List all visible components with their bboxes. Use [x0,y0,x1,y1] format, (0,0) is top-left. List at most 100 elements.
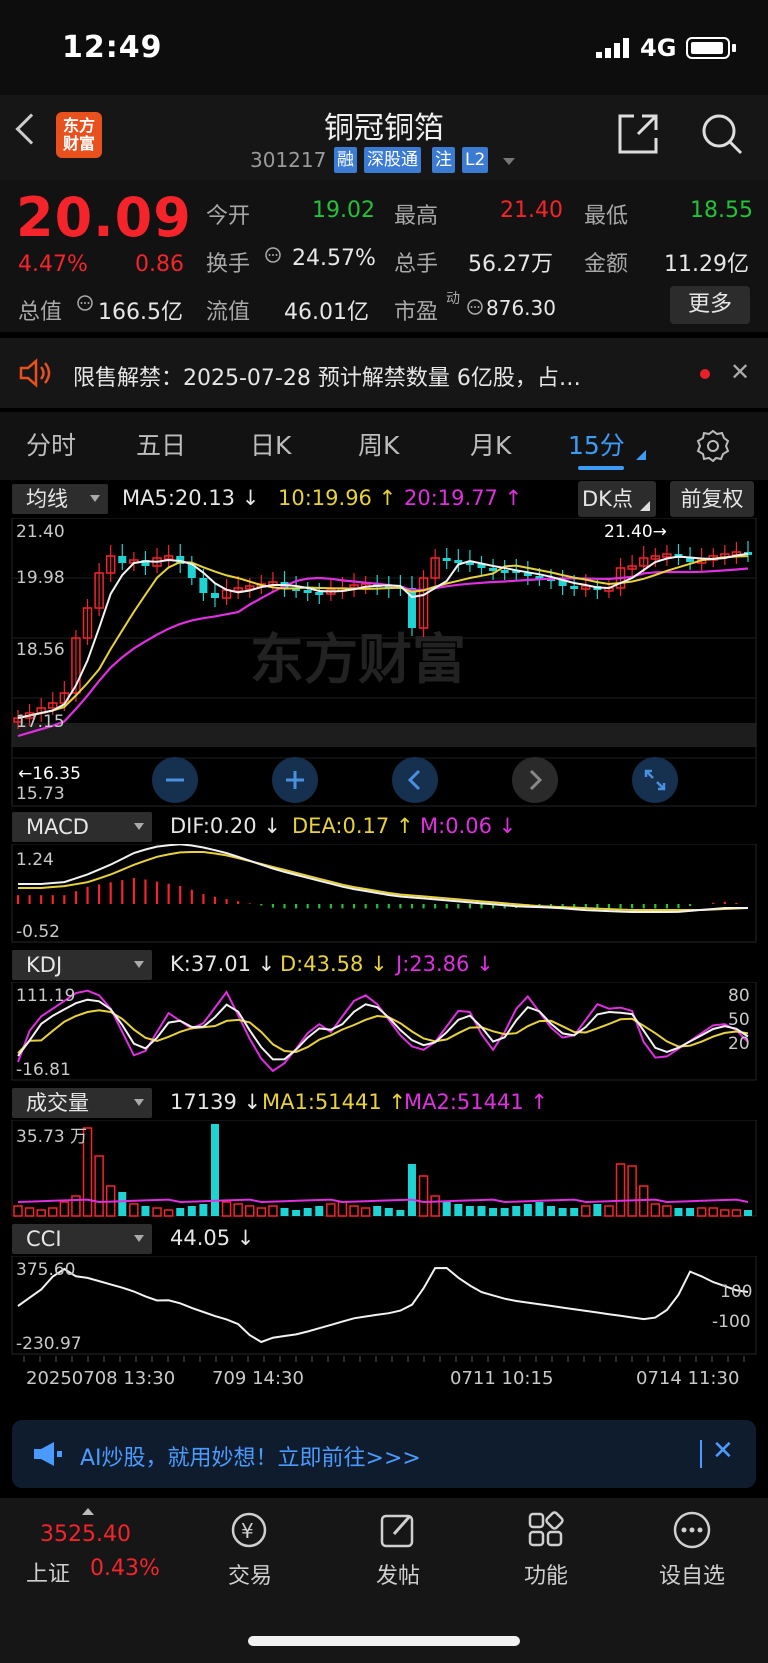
kdj-dropdown[interactable]: KDJ [12,950,152,980]
change-pct: 4.47% [18,252,88,277]
pe-sup: 动 [446,291,460,307]
kdj-chart[interactable] [0,982,768,1082]
volume-bar [384,1208,393,1216]
volume-bar [326,1203,336,1217]
tab-daily-k[interactable]: 日K [250,426,291,462]
volume-bar [547,1206,556,1216]
volume-bar [731,1209,742,1217]
megaphone-icon [34,1442,62,1466]
change-amount: 0.86 [135,252,184,277]
volume-bar [199,1204,208,1216]
macd-chart[interactable] [0,844,768,944]
volume-bar [627,1165,637,1217]
nav-functions[interactable]: 功能 [496,1558,596,1590]
low-marker: ←16.35 [18,764,81,784]
index-name[interactable]: 上证 [26,1556,70,1588]
volume-label: 总手 [394,252,439,277]
volume-bar [744,1210,752,1216]
share-icon[interactable] [616,112,660,156]
tab-weekly-k[interactable]: 周K [358,426,399,462]
ai-banner-text[interactable]: AI炒股，就用妙想！立即前往>>> [80,1440,421,1472]
cci-y-top: 375.60 [16,1260,76,1280]
dk-point-button[interactable]: DK点 [578,481,656,517]
volume-bar [187,1206,196,1216]
candle-body [500,570,509,573]
edit-icon[interactable] [378,1510,418,1550]
scroll-left-button[interactable] [392,757,438,803]
more-button[interactable]: 更多 [670,286,750,324]
dropdown-caret-icon[interactable] [636,450,646,460]
volume-bar [686,1208,695,1216]
nav-post[interactable]: 发帖 [348,1558,448,1590]
nav-trade[interactable]: 交易 [200,1558,300,1590]
info-icon[interactable] [466,298,484,316]
volume-bar [720,1209,730,1217]
zoom-in-button[interactable] [272,757,318,803]
info-icon[interactable] [76,294,94,312]
trade-icon[interactable]: ¥ [226,1510,272,1550]
volume-bar [163,1209,174,1217]
ma-dropdown[interactable]: 均线 [12,484,108,514]
volume-bar [360,1207,371,1217]
volume-bar [604,1205,614,1217]
cci-chart[interactable] [0,1256,768,1356]
macd-dropdown[interactable]: MACD [12,812,152,842]
volume-dropdown[interactable]: 成交量 [12,1088,152,1118]
info-icon[interactable] [264,246,282,264]
y-label-2: 19.98 [16,568,65,588]
unread-dot [700,369,710,379]
notice-text[interactable]: 限售解禁：2025-07-28 预计解禁数量 6亿股，占… [73,360,663,392]
scroll-right-button[interactable] [512,757,558,803]
m-readout: M:0.06 ↓ [420,814,517,838]
minus-icon [166,778,184,782]
x-label-4: 0714 11:30 [636,1368,740,1389]
tab-monthly-k[interactable]: 月K [470,426,511,462]
tab-15min[interactable]: 15分 [568,426,625,462]
y-label-3: 18.56 [16,640,65,660]
more-icon[interactable] [672,1510,712,1550]
cci-readout: 44.05 ↓ [170,1226,255,1250]
y-label-4: 17.15 [16,712,65,732]
current-price: 20.09 [16,186,192,249]
ma5-readout: MA5:20.13 ↓ [122,486,260,510]
volume-bar [373,1206,382,1216]
volume-bar [337,1201,348,1217]
search-icon[interactable] [700,112,744,156]
adjust-button[interactable]: 前复权 [670,481,754,517]
network-label: 4G [640,34,677,62]
close-icon[interactable]: ✕ [712,1436,734,1466]
apps-icon[interactable] [526,1510,566,1550]
kdj-y-bottom: -16.81 [16,1060,71,1080]
gear-icon[interactable] [696,428,730,462]
volume-bar [129,1203,139,1217]
fullscreen-button[interactable] [632,757,678,803]
vol-ma2-readout: MA2:51441 ↑ [404,1090,549,1114]
close-icon[interactable]: ✕ [730,358,750,386]
volume-chart[interactable] [0,1120,768,1218]
x-label-3: 0711 10:15 [450,1368,554,1389]
zoom-out-button[interactable] [152,757,198,803]
float-value: 46.01亿 [284,300,369,325]
turnover-label: 换手 [206,252,251,277]
volume-bar [94,1155,104,1217]
j-readout: J:23.86 ↓ [396,952,494,976]
volume-bar [268,1205,278,1217]
candle-body [570,586,579,589]
low-value: 18.55 [690,198,753,223]
tab-intraday[interactable]: 分时 [26,426,76,462]
volume-bar [349,1205,359,1217]
active-tab-indicator [578,466,624,470]
index-change[interactable]: 0.43% [90,1556,160,1581]
index-value[interactable]: 3525.40 [40,1522,131,1547]
chevron-down-icon[interactable] [503,158,515,165]
cci-dropdown[interactable]: CCI [12,1224,152,1254]
y-label-5: 15.73 [16,784,65,804]
volume-bar [512,1206,521,1216]
j-line [17,989,749,1073]
low-label: 最低 [584,204,629,229]
nav-watchlist[interactable]: 设自选 [642,1558,742,1590]
x-label-2: 709 14:30 [212,1368,304,1389]
tab-five-day[interactable]: 五日 [136,426,186,462]
candle-body [210,593,219,598]
plus-icon [286,771,304,789]
